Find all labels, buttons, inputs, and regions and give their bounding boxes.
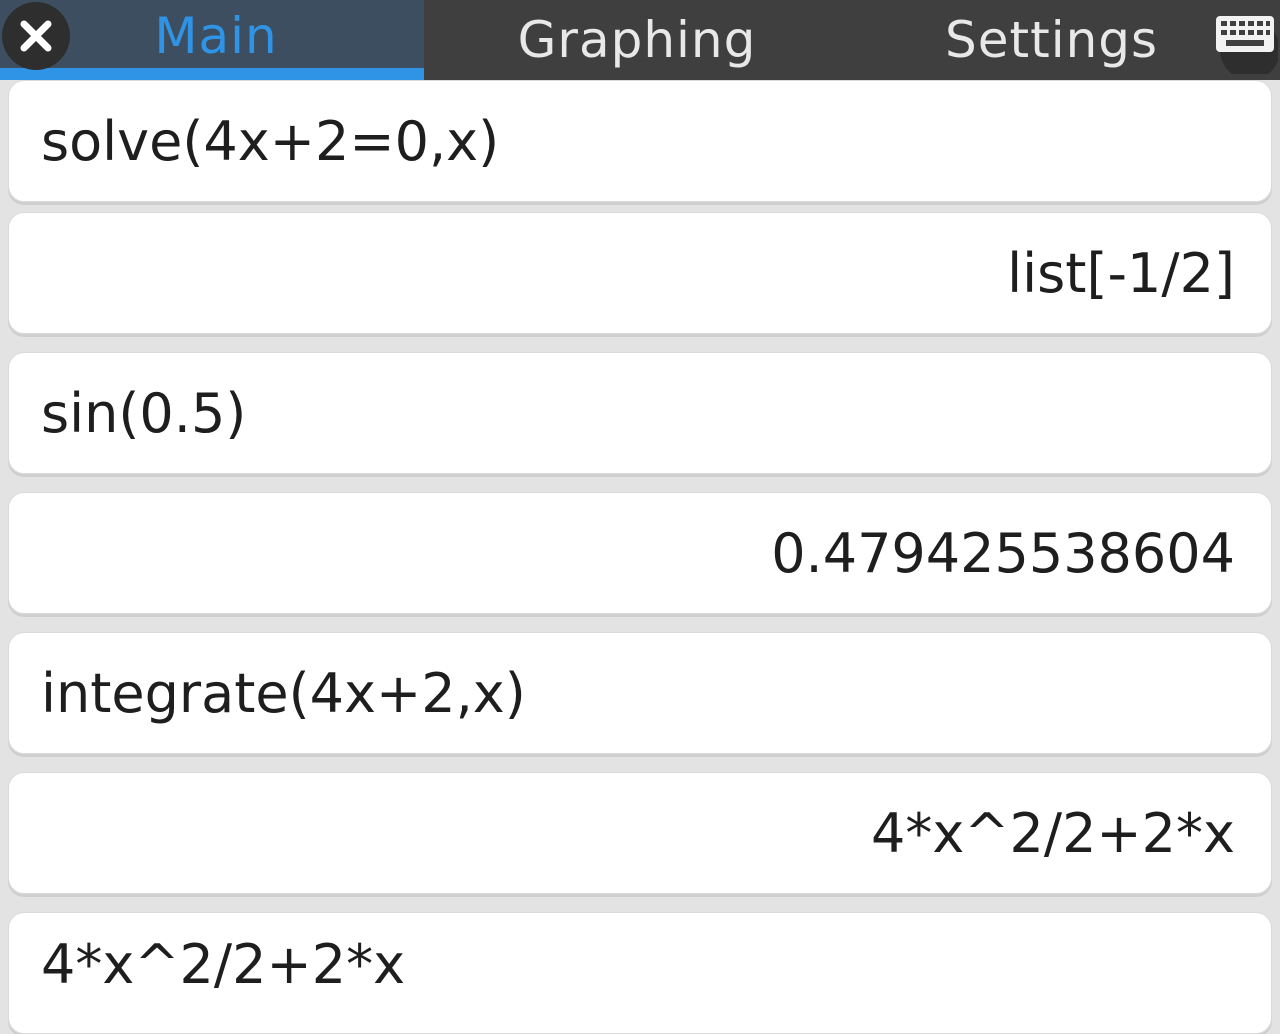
history-output-text: list[-1/2] xyxy=(1007,241,1235,305)
tab-graphing[interactable]: Graphing xyxy=(424,0,850,80)
history-input-text: 4*x^2/2+2*x xyxy=(41,933,406,996)
history-input-row[interactable]: solve(4x+2=0,x) xyxy=(8,80,1272,202)
keyboard-icon xyxy=(1216,16,1280,80)
close-button[interactable] xyxy=(2,2,70,70)
history-input-text: integrate(4x+2,x) xyxy=(41,661,526,725)
keyboard-button[interactable] xyxy=(1212,10,1280,80)
tab-graphing-label: Graphing xyxy=(517,11,757,69)
history-output-row[interactable]: list[-1/2] xyxy=(8,212,1272,334)
history-input-text: sin(0.5) xyxy=(41,381,247,445)
history-input-text: solve(4x+2=0,x) xyxy=(41,109,500,173)
top-tab-bar: Main Graphing Settings xyxy=(0,0,1280,80)
history-output-text: 4*x^2/2+2*x xyxy=(870,801,1235,865)
history-output-row[interactable]: 0.479425538604 xyxy=(8,492,1272,614)
tab-settings-label: Settings xyxy=(945,11,1159,69)
history-input-row[interactable]: 4*x^2/2+2*x xyxy=(8,912,1272,1034)
history-input-row[interactable]: integrate(4x+2,x) xyxy=(8,632,1272,754)
history-output-row[interactable]: 4*x^2/2+2*x xyxy=(8,772,1272,894)
tab-main-label: Main xyxy=(154,7,278,65)
history-output-text: 0.479425538604 xyxy=(771,521,1235,585)
history-input-row[interactable]: sin(0.5) xyxy=(8,352,1272,474)
close-icon xyxy=(20,20,52,52)
active-tab-indicator xyxy=(0,68,424,80)
